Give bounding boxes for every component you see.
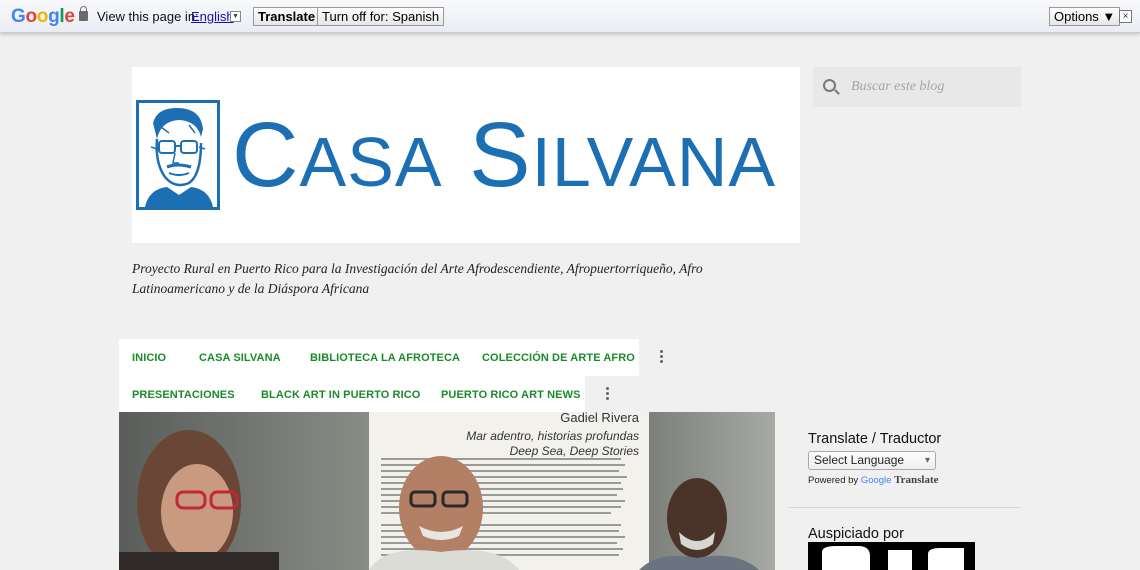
featured-post-image[interactable]: Gadiel Rivera Mar adentro, historias pro… [119, 412, 775, 570]
blog-description: Proyecto Rural en Puerto Rico para la In… [132, 261, 703, 296]
lock-icon [79, 6, 88, 21]
powered-by-google-translate[interactable]: Powered by Google Translate [808, 474, 939, 486]
more-menu-icon-2[interactable] [606, 387, 610, 402]
sponsor-widget-title: Auspiciado por [808, 526, 904, 542]
main-nav-row-2: PRESENTACIONES BLACK ART IN PUERTO RICO … [119, 376, 585, 413]
nav-biblioteca-la-afroteca[interactable]: BIBLIOTECA LA AFROTECA [310, 352, 460, 364]
search-input[interactable] [851, 75, 1011, 99]
options-button[interactable]: Options ▼ [1049, 7, 1121, 26]
search-icon[interactable] [823, 79, 836, 92]
blog-header[interactable]: CASA SILVANA [132, 67, 800, 243]
blog-title-logo: CASA SILVANA [232, 104, 777, 206]
main-nav-row-1: INICIO CASA SILVANA BIBLIOTECA LA AFROTE… [119, 339, 639, 376]
google-translate-bar: Google View this page in: English ▼ Tran… [0, 0, 1140, 33]
google-logo-small: Google [860, 475, 892, 486]
more-menu-icon[interactable] [660, 350, 664, 365]
translate-button[interactable]: Translate [253, 7, 321, 26]
language-link[interactable]: English [191, 9, 234, 24]
poster-artist-name: Gadiel Rivera [560, 412, 640, 425]
nav-presentaciones[interactable]: PRESENTACIONES [132, 389, 235, 401]
sidebar-divider [788, 507, 1021, 508]
nav-coleccion-de-arte-afro[interactable]: COLECCIÓN DE ARTE AFRO [482, 352, 635, 364]
view-page-label: View this page in: [97, 9, 199, 24]
nav-black-art-in-puerto-rico[interactable]: BLACK ART IN PUERTO RICO [261, 389, 420, 401]
nav-casa-silvana[interactable]: CASA SILVANA [199, 352, 281, 364]
poster-title-es: Mar adentro, historias profundas [466, 429, 639, 443]
google-logo: Google [11, 6, 75, 27]
nav-puerto-rico-art-news[interactable]: PUERTO RICO ART NEWS [441, 389, 581, 401]
language-select[interactable]: Select Language [808, 451, 936, 470]
blog-search [813, 67, 1021, 107]
language-dropdown-icon[interactable]: ▼ [230, 11, 241, 22]
nav-inicio[interactable]: INICIO [132, 352, 166, 364]
poster-title-en: Deep Sea, Deep Stories [510, 444, 639, 458]
portrait-logo-icon [136, 100, 220, 210]
turn-off-button[interactable]: Turn off for: Spanish [317, 7, 445, 26]
translate-widget-title: Translate / Traductor [808, 431, 942, 447]
sponsor-logo[interactable] [808, 542, 975, 570]
close-icon[interactable]: × [1119, 10, 1132, 23]
